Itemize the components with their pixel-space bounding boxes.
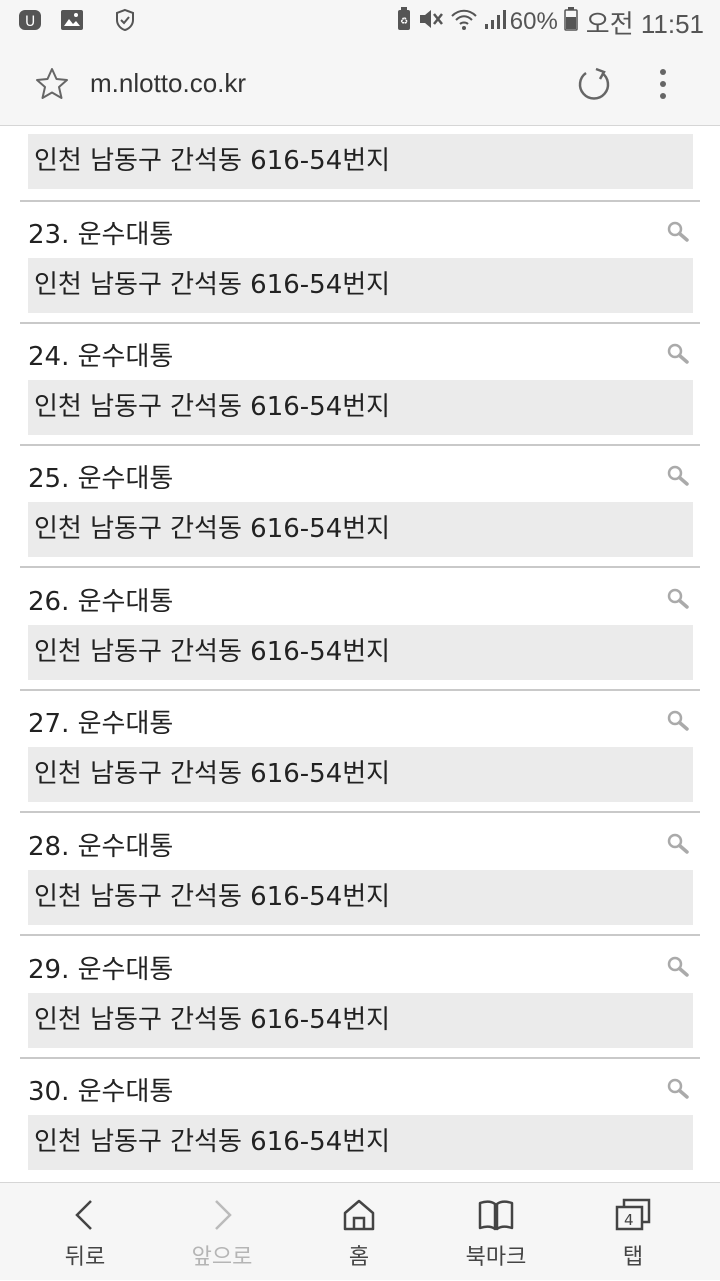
battery-icon xyxy=(564,6,578,38)
mute-icon xyxy=(418,7,444,38)
list-item[interactable]: 29. 운수대통 인천 남동구 간석동 616-54번지 xyxy=(20,937,700,1059)
tabs-icon: 4 xyxy=(615,1198,651,1231)
forward-label: 앞으로 xyxy=(191,1245,253,1270)
bookmark-star-button[interactable] xyxy=(34,66,74,106)
store-name[interactable]: 23. 운수대통 xyxy=(28,214,173,251)
store-address: 인천 남동구 간석동 616-54번지 xyxy=(28,870,693,925)
store-address: 인천 남동구 간석동 616-54번지 xyxy=(28,502,693,557)
reload-icon xyxy=(578,67,610,100)
list-item[interactable]: 24. 운수대통 인천 남동구 간석동 616-54번지 xyxy=(20,324,700,446)
list-item[interactable]: 27. 운수대통 인천 남동구 간석동 616-54번지 xyxy=(20,691,700,813)
store-list: 인천 남동구 간석동 616-54번지 23. 운수대통 인천 남동구 간석동 … xyxy=(0,126,720,1182)
tabs-button[interactable]: 4 탭 xyxy=(578,1183,688,1281)
wifi-icon xyxy=(450,7,478,38)
store-name[interactable]: 29. 운수대통 xyxy=(28,949,173,986)
tab-count: 4 xyxy=(624,1211,634,1229)
status-time: 오전 11:51 xyxy=(585,8,704,39)
search-icon[interactable] xyxy=(666,342,690,366)
store-name[interactable]: 26. 운수대통 xyxy=(28,581,173,618)
list-item: 인천 남동구 간석동 616-54번지 xyxy=(20,126,700,202)
back-button[interactable]: 뒤로 xyxy=(30,1183,140,1281)
search-icon[interactable] xyxy=(666,955,690,979)
store-address: 인천 남동구 간석동 616-54번지 xyxy=(28,1115,693,1170)
list-item[interactable]: 28. 운수대통 인천 남동구 간석동 616-54번지 xyxy=(20,814,700,936)
reload-button[interactable] xyxy=(574,64,614,104)
store-name[interactable]: 30. 운수대통 xyxy=(28,1071,173,1108)
chevron-right-icon xyxy=(215,1200,232,1230)
chevron-left-icon xyxy=(75,1200,92,1230)
list-item[interactable]: 23. 운수대통 인천 남동구 간석동 616-54번지 xyxy=(20,202,700,324)
battery-saver-icon: ♻ xyxy=(396,6,412,38)
home-button[interactable]: 홈 xyxy=(304,1183,414,1281)
address-bar: m.nlotto.co.kr xyxy=(0,44,720,126)
home-label: 홈 xyxy=(348,1245,370,1270)
store-address: 인천 남동구 간석동 616-54번지 xyxy=(28,134,693,189)
store-address: 인천 남동구 간석동 616-54번지 xyxy=(28,625,693,680)
store-address: 인천 남동구 간석동 616-54번지 xyxy=(28,380,693,435)
home-icon xyxy=(343,1199,375,1231)
search-icon[interactable] xyxy=(666,832,690,856)
book-icon xyxy=(478,1200,514,1231)
back-label: 뒤로 xyxy=(64,1245,106,1270)
gallery-icon xyxy=(60,9,84,35)
list-item[interactable]: 30. 운수대통 인천 남동구 간석동 616-54번지 xyxy=(20,1059,700,1181)
store-address: 인천 남동구 간석동 616-54번지 xyxy=(28,258,693,313)
more-menu-button[interactable] xyxy=(648,64,678,104)
search-icon[interactable] xyxy=(666,464,690,488)
battery-percent: 60% xyxy=(509,8,558,35)
list-item[interactable]: 25. 운수대통 인천 남동구 간석동 616-54번지 xyxy=(20,446,700,568)
store-name[interactable]: 27. 운수대통 xyxy=(28,703,173,740)
svg-text:U: U xyxy=(25,14,35,30)
list-item[interactable]: 26. 운수대통 인천 남동구 간석동 616-54번지 xyxy=(20,569,700,691)
search-icon[interactable] xyxy=(666,587,690,611)
u-plus-icon: U xyxy=(18,8,44,36)
search-icon[interactable] xyxy=(666,220,690,244)
signal-icon xyxy=(484,7,506,38)
browser-bottom-nav: 뒤로 앞으로 홈 북마크 4 탭 xyxy=(0,1182,720,1280)
store-address: 인천 남동구 간석동 616-54번지 xyxy=(28,993,693,1048)
svg-text:♻: ♻ xyxy=(400,17,408,27)
store-name[interactable]: 28. 운수대통 xyxy=(28,826,173,863)
search-icon[interactable] xyxy=(666,709,690,733)
search-icon[interactable] xyxy=(666,1077,690,1101)
tabs-label: 탭 xyxy=(622,1245,644,1270)
more-vert-icon xyxy=(660,69,666,99)
bookmarks-label: 북마크 xyxy=(465,1245,527,1270)
url-field[interactable]: m.nlotto.co.kr xyxy=(90,68,246,99)
shield-check-icon xyxy=(114,8,136,36)
store-name[interactable]: 25. 운수대통 xyxy=(28,458,173,495)
forward-button[interactable]: 앞으로 xyxy=(167,1183,277,1281)
star-icon xyxy=(36,68,68,99)
store-name[interactable]: 24. 운수대통 xyxy=(28,336,173,373)
bookmarks-button[interactable]: 북마크 xyxy=(441,1183,551,1281)
status-bar: U ♻ 60% 오전 11:51 xyxy=(0,0,720,44)
store-address: 인천 남동구 간석동 616-54번지 xyxy=(28,747,693,802)
